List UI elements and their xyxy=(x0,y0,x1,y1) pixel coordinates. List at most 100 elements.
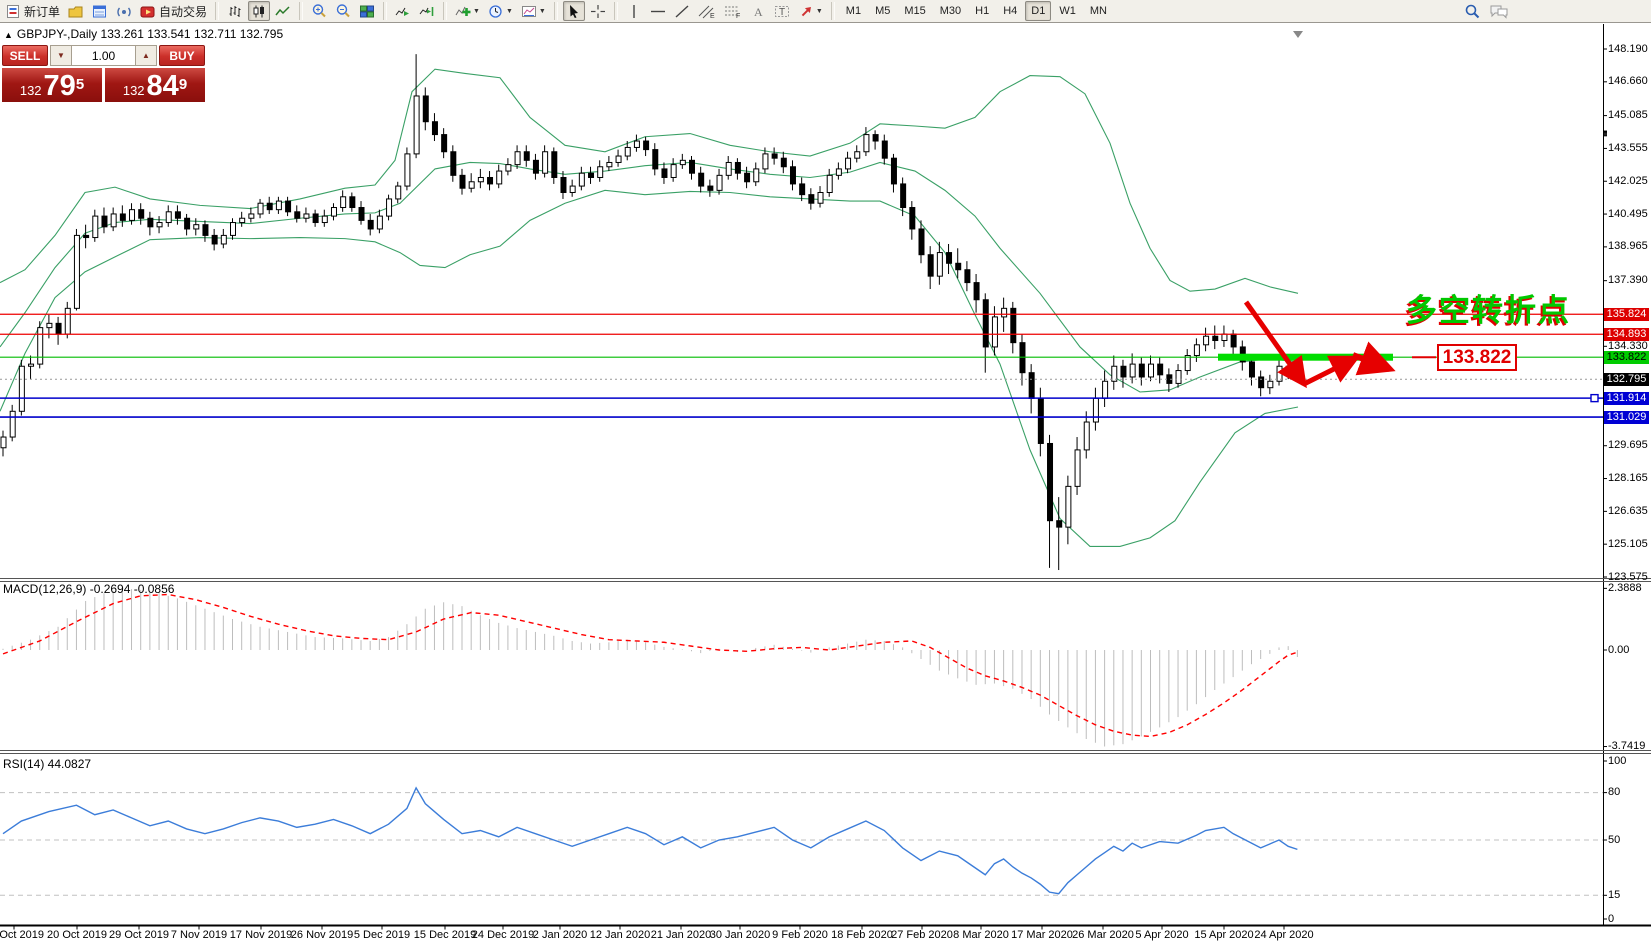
volume-increase-button[interactable]: ▲ xyxy=(135,45,157,66)
zoom-in-button[interactable] xyxy=(308,1,330,21)
date-label: 15 Dec 2019 xyxy=(414,929,476,941)
date-label: 8 Mar 2020 xyxy=(953,929,1009,941)
rsi-tick-label: 50 xyxy=(1608,834,1620,846)
macd-tick-label: 0.00 xyxy=(1608,644,1629,656)
cursor-button[interactable] xyxy=(563,1,585,21)
equidistant-channel-button[interactable]: E xyxy=(695,1,719,21)
text-icon: A xyxy=(751,4,765,19)
collapse-icon[interactable]: ▲ xyxy=(4,30,13,40)
crosshair-button[interactable] xyxy=(587,1,609,21)
fibonacci-button[interactable]: F xyxy=(721,1,745,21)
horizontal-line-button[interactable] xyxy=(647,1,669,21)
date-label: 17 Mar 2020 xyxy=(1011,929,1073,941)
toolbar-separator xyxy=(831,2,835,20)
timeframe-W1[interactable]: W1 xyxy=(1053,1,1082,21)
sell-price-main: 79 xyxy=(44,73,76,100)
candlestick-chart-button[interactable] xyxy=(248,1,270,21)
zoom-out-icon xyxy=(335,3,351,19)
trendline-icon xyxy=(674,4,690,19)
macd-label: MACD(12,26,9) -0.2694 -0.0856 xyxy=(3,582,174,596)
timeframe-H4[interactable]: H4 xyxy=(997,1,1023,21)
ohlc-values: 133.261 133.541 132.711 132.795 xyxy=(101,27,284,41)
toolbar-separator xyxy=(383,2,387,20)
turning-point-annotation[interactable]: 多空转折点 xyxy=(1406,285,1571,330)
price-tick-label: 137.390 xyxy=(1608,274,1648,286)
chart-shift-marker xyxy=(1293,31,1303,38)
arrows-icon xyxy=(798,4,814,19)
chat-bubbles-icon xyxy=(1489,3,1509,19)
templates-button[interactable]: ▼ xyxy=(518,1,549,21)
svg-text:E: E xyxy=(710,13,715,19)
timeframe-M1[interactable]: M1 xyxy=(840,1,867,21)
chevron-down-icon: ▼ xyxy=(539,8,546,15)
signals-icon xyxy=(116,4,132,19)
volume-input[interactable]: 1.00 xyxy=(72,45,135,66)
buy-button[interactable]: BUY xyxy=(159,45,205,66)
periods-icon xyxy=(488,4,504,19)
indicators-button[interactable]: ▼ xyxy=(452,1,483,21)
rsi-tick-label: 0 xyxy=(1608,913,1614,925)
line-chart-icon xyxy=(275,4,291,19)
text-label-button[interactable]: T xyxy=(771,1,793,21)
chart-shift-icon xyxy=(419,4,435,19)
zoom-out-button[interactable] xyxy=(332,1,354,21)
text-label-icon: T xyxy=(774,4,790,19)
new-order-button[interactable]: 新订单 xyxy=(3,1,63,21)
profiles-button[interactable] xyxy=(65,1,87,21)
symbol-period-label: GBPJPY-,Daily xyxy=(17,27,97,41)
toolbar-separator xyxy=(614,2,618,20)
signals-button[interactable] xyxy=(113,1,135,21)
candles xyxy=(1,54,1300,570)
auto-scroll-button[interactable] xyxy=(392,1,414,21)
bar-chart-icon xyxy=(227,4,243,19)
search-icon xyxy=(1464,3,1481,19)
bar-chart-button[interactable] xyxy=(224,1,246,21)
arrows-button[interactable]: ▼ xyxy=(795,1,826,21)
periods-button[interactable]: ▼ xyxy=(485,1,516,21)
chart-shift-button[interactable] xyxy=(416,1,438,21)
line-handle xyxy=(1591,395,1598,402)
timeframe-MN[interactable]: MN xyxy=(1084,1,1113,21)
price-tick-label: 145.085 xyxy=(1608,109,1648,121)
price-tick-label: 143.555 xyxy=(1608,142,1648,154)
sell-button[interactable]: SELL xyxy=(2,45,48,66)
text-button[interactable]: A xyxy=(747,1,769,21)
line-chart-button[interactable] xyxy=(272,1,294,21)
new-order-label: 新订单 xyxy=(24,3,60,20)
buy-price-display[interactable]: 132 84 9 xyxy=(105,68,205,102)
zoom-in-icon xyxy=(311,3,327,19)
timeframe-H1[interactable]: H1 xyxy=(969,1,995,21)
search-button[interactable] xyxy=(1461,1,1484,21)
macd-tick-label: 2.3888 xyxy=(1608,582,1642,594)
auto-scroll-icon xyxy=(395,4,411,19)
toolbar-separator xyxy=(554,2,558,20)
price-tick-label: 129.695 xyxy=(1608,439,1648,451)
market-watch-button[interactable] xyxy=(89,1,111,21)
chart-canvas[interactable]: ▲ GBPJPY-,Daily 133.261 133.541 132.711 1… xyxy=(0,23,1651,942)
timeframe-D1[interactable]: D1 xyxy=(1025,1,1051,21)
buy-price-sup: 9 xyxy=(179,68,187,102)
timeframe-M30[interactable]: M30 xyxy=(934,1,967,21)
buy-price-main: 84 xyxy=(147,73,179,100)
date-label: 5 Apr 2020 xyxy=(1135,929,1188,941)
community-chat-button[interactable] xyxy=(1486,1,1512,21)
crosshair-icon xyxy=(590,4,606,19)
indicators-icon xyxy=(455,4,471,19)
price-line-label: 132.795 xyxy=(1604,373,1649,386)
vertical-line-button[interactable] xyxy=(623,1,645,21)
tile-windows-button[interactable] xyxy=(356,1,378,21)
date-label: 18 Feb 2020 xyxy=(831,929,893,941)
price-line-label: 133.822 xyxy=(1604,351,1649,364)
sell-price-display[interactable]: 132 79 5 xyxy=(2,68,102,102)
timeframe-M15[interactable]: M15 xyxy=(898,1,931,21)
toolbar-separator xyxy=(215,2,219,20)
autotrading-button[interactable]: 自动交易 xyxy=(137,1,210,21)
price-tick-label: 148.190 xyxy=(1608,43,1648,55)
trendline-button[interactable] xyxy=(671,1,693,21)
chart-title: ▲ GBPJPY-,Daily 133.261 133.541 132.711 1… xyxy=(4,27,283,41)
price-callout-label[interactable]: 133.822 xyxy=(1437,344,1517,371)
buy-price-prefix: 132 xyxy=(123,81,145,100)
timeframe-M5[interactable]: M5 xyxy=(869,1,896,21)
price-line-label: 131.914 xyxy=(1604,392,1649,405)
volume-decrease-button[interactable]: ▼ xyxy=(50,45,72,66)
